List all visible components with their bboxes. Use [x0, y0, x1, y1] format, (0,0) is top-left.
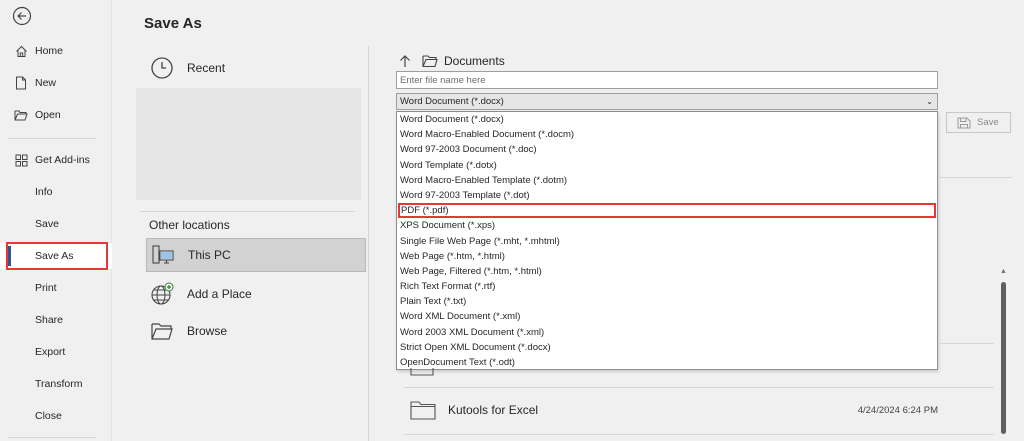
nav-item-label: Print: [35, 282, 57, 294]
file-type-option[interactable]: Word Macro-Enabled Document (*.docm): [397, 127, 937, 142]
scrollbar-thumb[interactable]: [1001, 282, 1006, 434]
nav-item-label: Share: [35, 314, 64, 326]
browse-folder-icon: [151, 323, 173, 340]
nav-divider: [8, 138, 96, 139]
nav-item-label: Close: [35, 410, 62, 422]
location-browse[interactable]: Browse: [146, 314, 366, 348]
backstage-nav: Home New Open Get Add-ins Info Save Save…: [0, 0, 112, 441]
breadcrumb: Documents: [398, 52, 505, 70]
save-button-label: Save: [977, 117, 999, 128]
file-name: Kutools for Excel: [448, 403, 539, 417]
location-label: This PC: [188, 248, 231, 262]
file-type-option[interactable]: Web Page, Filtered (*.htm, *.html): [397, 264, 937, 279]
clock-icon: [151, 57, 173, 79]
file-type-option[interactable]: Strict Open XML Document (*.docx): [397, 340, 937, 355]
this-pc-icon: [152, 245, 174, 264]
folder-icon: [422, 55, 438, 68]
nav-item-label: Save: [35, 218, 59, 230]
nav-item-label: New: [35, 77, 57, 89]
divider: [404, 387, 994, 388]
file-type-option[interactable]: Web Page (*.htm, *.html): [397, 249, 937, 264]
divider: [140, 211, 355, 212]
location-recent[interactable]: Recent: [136, 50, 361, 86]
scroll-up-icon[interactable]: ▲: [1000, 268, 1007, 275]
new-document-icon: [14, 76, 28, 90]
nav-item-label: Transform: [35, 378, 83, 390]
location-add-a-place[interactable]: Add a Place: [146, 277, 366, 311]
file-type-option[interactable]: Word Template (*.dotx): [397, 158, 937, 173]
nav-item-new[interactable]: New: [0, 70, 112, 96]
file-type-select[interactable]: Word Document (*.docx) ⌄: [396, 93, 938, 110]
file-type-dropdown-list: Word Document (*.docx) Word Macro-Enable…: [396, 111, 938, 370]
nav-item-open[interactable]: Open: [0, 102, 112, 128]
file-type-option[interactable]: Rich Text Format (*.rtf): [397, 279, 937, 294]
nav-item-label: Open: [35, 109, 61, 121]
file-type-selected-label: Word Document (*.docx): [400, 96, 504, 107]
folder-icon: [410, 401, 436, 420]
location-recent-label: Recent: [187, 61, 226, 75]
folder-icon: [410, 368, 434, 376]
nav-item-label: Get Add-ins: [35, 154, 90, 166]
file-type-option[interactable]: Word Macro-Enabled Template (*.dotm): [397, 173, 937, 188]
nav-item-info[interactable]: Info: [0, 179, 112, 205]
home-icon: [14, 44, 28, 58]
nav-item-close[interactable]: Close: [0, 403, 112, 429]
location-label: Browse: [187, 324, 228, 338]
file-type-option-pdf[interactable]: PDF (*.pdf): [398, 203, 936, 219]
up-arrow-icon[interactable]: [398, 54, 412, 68]
divider: [940, 343, 994, 344]
recent-placeholder-panel: [136, 88, 361, 200]
add-ins-grid-icon: [14, 153, 28, 167]
chevron-down-icon: ⌄: [926, 97, 933, 106]
file-type-option[interactable]: Word 97-2003 Template (*.dot): [397, 188, 937, 203]
nav-item-transform[interactable]: Transform: [0, 371, 112, 397]
file-list-row[interactable]: Kutools for Excel 4/24/2024 6:24 PM: [404, 397, 994, 423]
file-type-option[interactable]: Single File Web Page (*.mht, *.mhtml): [397, 234, 937, 249]
nav-item-save[interactable]: Save: [0, 211, 112, 237]
nav-item-share[interactable]: Share: [0, 307, 112, 333]
file-name-input[interactable]: [396, 71, 938, 89]
nav-item-print[interactable]: Print: [0, 275, 112, 301]
back-arrow-icon[interactable]: [12, 6, 32, 26]
nav-item-label: Info: [35, 186, 53, 198]
column-divider: [368, 46, 369, 441]
file-type-option[interactable]: Word Document (*.docx): [397, 112, 937, 127]
current-folder-label[interactable]: Documents: [444, 54, 505, 68]
save-button[interactable]: Save: [946, 112, 1011, 133]
file-type-option[interactable]: Word XML Document (*.xml): [397, 309, 937, 324]
annotation-highlight-save-as: [6, 242, 108, 270]
open-folder-icon: [14, 108, 28, 122]
file-type-option[interactable]: Plain Text (*.txt): [397, 294, 937, 309]
other-locations-heading: Other locations: [149, 218, 230, 232]
file-type-option[interactable]: Word 2003 XML Document (*.xml): [397, 325, 937, 340]
file-modified-date: 4/24/2024 6:24 PM: [857, 404, 938, 416]
nav-item-label: Export: [35, 346, 66, 358]
divider: [940, 177, 1012, 178]
file-type-option[interactable]: Word 97-2003 Document (*.doc): [397, 142, 937, 157]
nav-item-export[interactable]: Export: [0, 339, 112, 365]
nav-item-get-add-ins[interactable]: Get Add-ins: [0, 147, 112, 173]
nav-divider: [8, 437, 96, 438]
save-icon: [957, 117, 971, 128]
location-this-pc[interactable]: This PC: [146, 238, 366, 272]
page-title: Save As: [144, 15, 202, 32]
nav-item-home[interactable]: Home: [0, 38, 112, 64]
divider: [404, 434, 994, 435]
file-type-option[interactable]: OpenDocument Text (*.odt): [397, 355, 937, 370]
globe-add-icon: [151, 282, 174, 305]
nav-item-label: Home: [35, 45, 64, 57]
file-type-option[interactable]: XPS Document (*.xps): [397, 218, 937, 233]
location-label: Add a Place: [187, 287, 252, 301]
